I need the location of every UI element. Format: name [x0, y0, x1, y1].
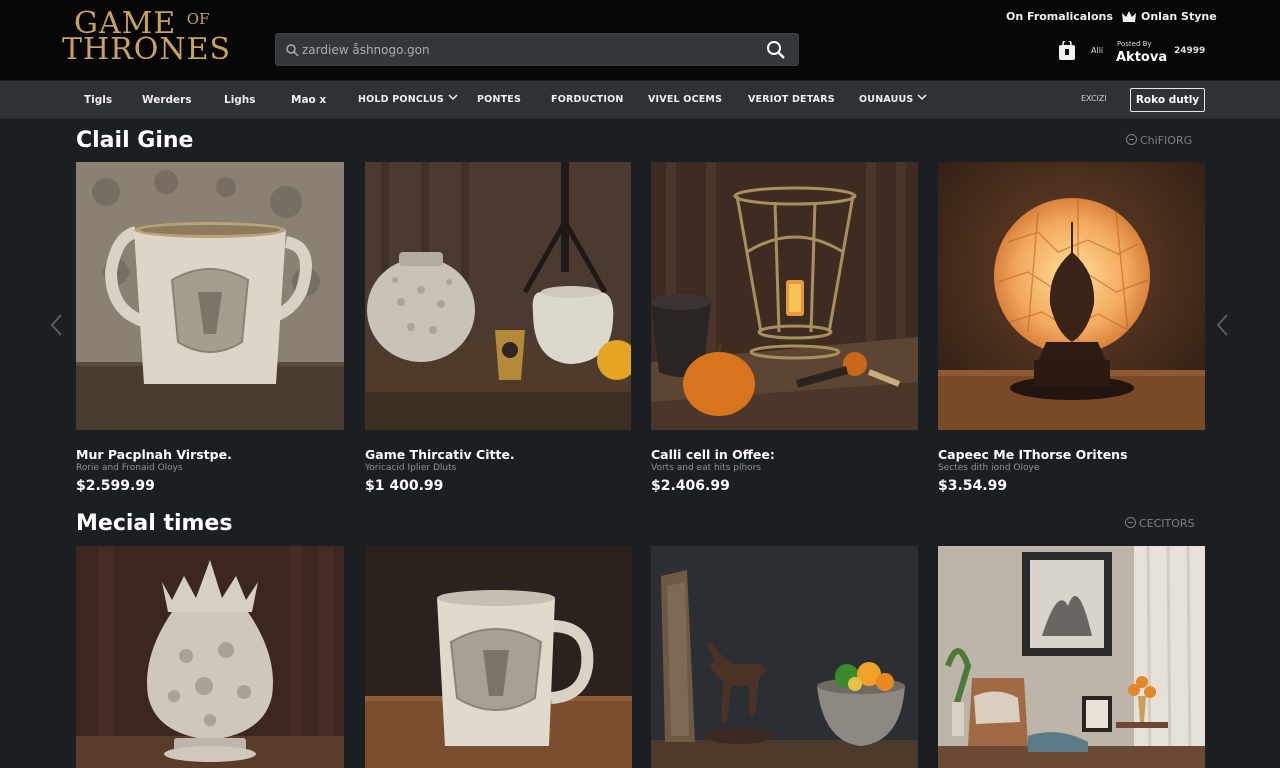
- product-subtitle: Sectes dith iond Oloye: [938, 463, 1040, 473]
- chevron-down-icon: [448, 94, 458, 101]
- search-icon: [286, 44, 299, 57]
- crown-icon: [1122, 11, 1136, 22]
- header-link-1[interactable]: On Fromalicalons: [1006, 10, 1113, 23]
- header-right-number: 24999: [1174, 46, 1206, 56]
- nav-item-2[interactable]: Werders: [142, 94, 192, 106]
- bag-icon[interactable]: [1057, 41, 1077, 61]
- product-image-living-room: [938, 546, 1205, 768]
- nav-item-6[interactable]: PONTES: [477, 94, 521, 105]
- product-subtitle: Vorts and eat hits plhors: [651, 463, 762, 473]
- product-name: Calli cell in Offee:: [651, 447, 775, 462]
- nav-tiny-text[interactable]: EXCIZI: [1081, 94, 1107, 103]
- product-image-vases: [365, 162, 631, 430]
- nav-item-10-dropdown[interactable]: OUNAUUS: [859, 94, 928, 105]
- product-name: Game Thircativ Citte.: [365, 447, 515, 462]
- product-subtitle: Rorie and Fronaid Oloys: [76, 463, 183, 473]
- section-more-link-1[interactable]: ChiFIORG: [1126, 134, 1192, 147]
- product-image-lamp: [938, 162, 1205, 430]
- game-of-thrones-logo[interactable]: GAME OF THRONES: [62, 2, 230, 68]
- chevron-down-icon: [917, 94, 928, 101]
- product-image-mug: [76, 162, 344, 430]
- nav-item-1[interactable]: Tigls: [84, 94, 112, 106]
- section-title-1: Clail Gine: [76, 128, 194, 153]
- product-subtitle: Yoricacid Iplier Dluts: [365, 463, 457, 473]
- product-price: $1 400.99: [365, 478, 444, 494]
- nav-action-button[interactable]: Roko dutly: [1130, 88, 1205, 112]
- product-price: $2.599.99: [76, 478, 155, 494]
- category-nav: Tigls Werders Lighs Mao x HOLD PONCLUS P…: [0, 81, 1280, 119]
- header-link-2[interactable]: Onlan Styne: [1141, 10, 1217, 23]
- logo-line-2: THRONES: [62, 32, 232, 67]
- account-name[interactable]: Aktova: [1116, 50, 1167, 65]
- nav-item-4[interactable]: Mao x: [291, 94, 326, 106]
- search-input[interactable]: [300, 34, 750, 65]
- product-image-lantern: [651, 162, 918, 430]
- product-image-ornate-vase: [76, 546, 344, 768]
- nav-item-7[interactable]: FORDUCTION: [551, 94, 624, 105]
- nav-item-8[interactable]: VIVEL OCEMS: [648, 94, 722, 105]
- product-price: $2.406.99: [651, 478, 730, 494]
- minus-circle-icon: [1125, 517, 1136, 528]
- section-title-2: Mecial times: [76, 511, 233, 536]
- posted-by-label: Posted By: [1117, 40, 1152, 48]
- product-price: $3.54.99: [938, 478, 1008, 494]
- top-header: GAME OF THRONES On Fromalicalons Onlan S…: [0, 0, 1280, 80]
- nav-item-9[interactable]: VERIOT DETARS: [748, 94, 835, 105]
- carousel-next-arrow-icon[interactable]: [1215, 313, 1231, 337]
- product-name: Mur Pacplnah Virstpe.: [76, 447, 232, 462]
- section-more-link-2[interactable]: CECITORS: [1125, 517, 1195, 530]
- minus-circle-icon: [1126, 134, 1137, 145]
- nav-item-3[interactable]: Lighs: [224, 94, 256, 106]
- carousel-prev-arrow-icon[interactable]: [49, 313, 65, 337]
- search-button-icon[interactable]: [764, 39, 788, 61]
- header-small-text: Alli: [1091, 46, 1104, 55]
- product-image-horse-bowl: [651, 546, 918, 768]
- product-name: Capeec Me IThorse Oritens: [938, 447, 1128, 462]
- nav-item-5-dropdown[interactable]: HOLD PONCLUS: [358, 94, 458, 105]
- search-bar: [275, 33, 799, 66]
- product-image-mug-2: [365, 546, 632, 768]
